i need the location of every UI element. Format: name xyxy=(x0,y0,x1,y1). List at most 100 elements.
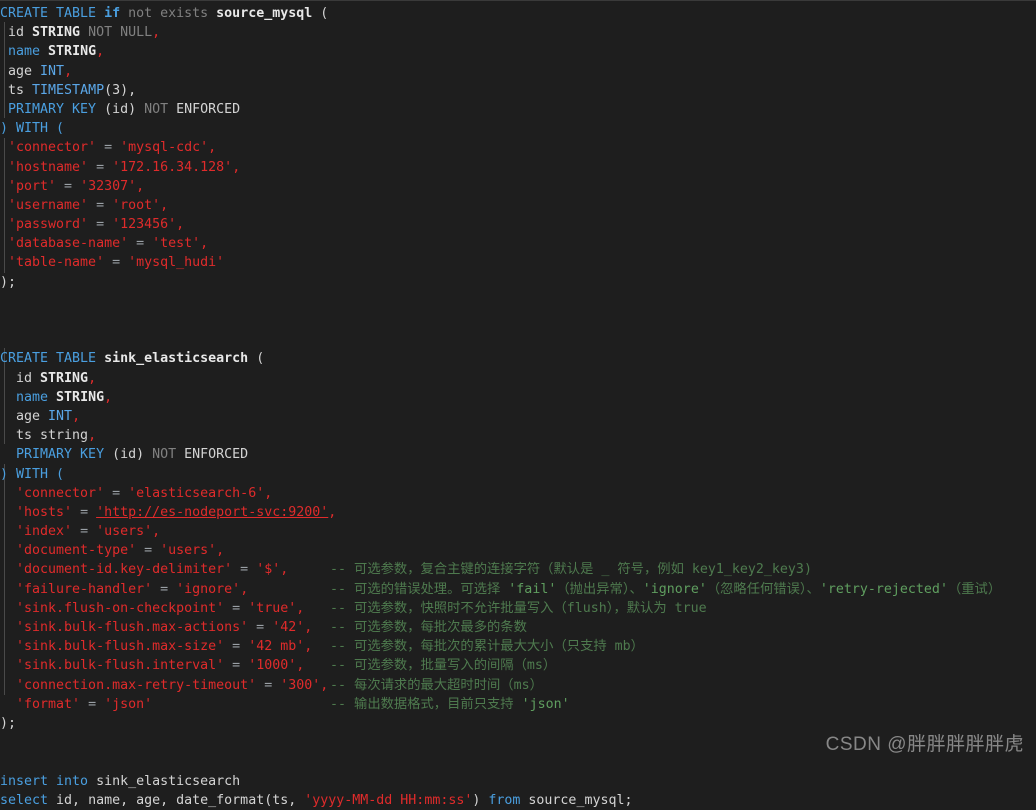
kw-create-table: CREATE TABLE xyxy=(0,6,105,21)
source-properties-list: 'connector' = 'mysql-cdc', 'hostname' = … xyxy=(0,138,1036,272)
comment-text: （忽略任何错误）、 xyxy=(706,581,820,597)
code-line-property: 'hostname' = '172.16.34.128', xyxy=(0,158,1036,177)
code-line-property: 'password' = '123456', xyxy=(0,215,1036,234)
comma: , xyxy=(88,428,97,444)
property-value: 'ignore' xyxy=(176,581,241,597)
code-line-primary-key: PRIMARY KEY (id) NOT ENFORCED xyxy=(0,100,1036,119)
property-value: 'test' xyxy=(152,236,201,252)
kw-primary-key: PRIMARY KEY xyxy=(0,447,113,463)
property-key: 'format' xyxy=(0,696,81,712)
comma: , xyxy=(296,658,305,674)
kw-not: NOT xyxy=(144,447,185,463)
column-name: age xyxy=(0,408,49,424)
code-line-property: 'document-id.key-delimiter' = '$', -- 可选参… xyxy=(0,560,1036,579)
property-key: 'failure-handler' xyxy=(0,581,153,597)
property-value: 'mysql-cdc' xyxy=(120,140,209,156)
comment-text: （抛出异常）、 xyxy=(556,581,643,597)
comma: , xyxy=(240,581,249,597)
comment-text: -- 可选参数，每批次最多的条数 xyxy=(330,620,527,635)
property-value: 'root' xyxy=(112,197,161,213)
column-name: name xyxy=(0,44,49,60)
comment-text: （重试） xyxy=(947,581,1002,597)
assign-operator: = xyxy=(80,696,105,712)
comma: , xyxy=(152,524,161,540)
comment-text: 'ignore' xyxy=(642,581,707,597)
sink-properties-list: 'connector' = 'elasticsearch-6', 'hosts'… xyxy=(0,484,1036,714)
comma: , xyxy=(72,408,81,424)
kw-not-exists: not exists xyxy=(120,6,217,21)
property-value: 'mysql_hudi' xyxy=(128,255,225,271)
code-line-insert: insert into sink_elasticsearch xyxy=(0,772,1036,791)
property-key: 'sink.bulk-flush.max-size' xyxy=(0,639,225,655)
code-line-select: select id, name, age, date_format(ts, 'y… xyxy=(0,791,1036,810)
property-key: 'password' xyxy=(0,217,89,233)
select-columns: id, name, age, xyxy=(56,792,177,808)
assign-operator: = xyxy=(72,524,97,540)
comment-text: -- 输出数据格式，目前只支持 xyxy=(330,696,522,712)
comment-text: -- 每次请求的最大超时时间（ms） xyxy=(330,677,543,693)
property-value: '32307' xyxy=(80,178,137,194)
code-line-property: 'sink.bulk-flush.max-size' = '42 mb', -- … xyxy=(0,637,1036,656)
code-line-property: 'connection.max-retry-timeout' = '300', -… xyxy=(0,676,1036,695)
code-line-column: id STRING, xyxy=(0,369,1036,388)
sink-columns-list: id STRING, name STRING, age INT, ts stri… xyxy=(0,369,1036,446)
comma: , xyxy=(136,178,145,194)
assign-operator: = xyxy=(72,504,97,520)
column-type: STRING xyxy=(40,370,89,386)
code-line-property: 'sink.flush-on-checkpoint' = 'true', -- 可… xyxy=(0,599,1036,618)
code-line-sink-primary-key: PRIMARY KEY (id) NOT ENFORCED xyxy=(0,445,1036,464)
open-paren: ( xyxy=(248,351,265,367)
comment-text: -- 可选参数，批量写入的间隔（ms） xyxy=(330,658,557,674)
column-name: name xyxy=(0,389,57,405)
comment-text: -- 可选参数，快照时不允许批量写入（flush），默认为 true xyxy=(330,600,707,616)
comma: , xyxy=(208,140,217,156)
kw-if: if xyxy=(104,6,121,21)
type-int: INT xyxy=(40,63,65,79)
comma: , xyxy=(280,562,289,578)
property-key: 'database-name' xyxy=(0,236,129,252)
property-key: 'hostname' xyxy=(0,159,89,175)
table-name-sink: sink_elasticsearch xyxy=(104,351,249,367)
kw-enforced: ENFORCED xyxy=(176,101,241,117)
code-line-property: 'document-type' = 'users', xyxy=(0,541,1036,560)
assign-operator: = xyxy=(128,236,153,252)
code-editor[interactable]: CREATE TABLE if not exists source_mysql … xyxy=(0,0,1036,808)
property-value-link[interactable]: 'http://es-nodeport-svc:9200' xyxy=(96,505,328,520)
code-line-column: name STRING, xyxy=(0,388,1036,407)
type-string: STRING xyxy=(32,25,81,41)
comma: , xyxy=(216,543,225,559)
property-value: 'true' xyxy=(248,600,297,616)
inline-comment: -- 可选参数，复合主键的连接字符（默认是 _ 符号，例如 key1_key2_… xyxy=(330,560,812,579)
assign-operator: = xyxy=(224,658,249,674)
property-key: 'hosts' xyxy=(0,504,73,520)
inline-comment: -- 可选参数，每批次最多的条数 xyxy=(330,618,527,637)
comma: , xyxy=(232,159,241,175)
code-line-property: 'username' = 'root', xyxy=(0,196,1036,215)
property-key: 'connector' xyxy=(0,485,105,501)
assign-operator: = xyxy=(256,677,281,693)
kw-create-table: CREATE TABLE xyxy=(0,351,105,367)
column-type: STRING xyxy=(56,389,105,405)
comma: , xyxy=(264,485,273,501)
kw-insert-into: insert into xyxy=(0,773,97,789)
target-table: sink_elasticsearch xyxy=(96,773,241,789)
comment-text: 'retry-rejected' xyxy=(819,581,948,597)
assign-operator: = xyxy=(248,620,273,635)
code-line-property: 'failure-handler' = 'ignore', -- 可选的错误处理。… xyxy=(0,580,1036,599)
stmt-terminator: ); xyxy=(0,715,17,731)
source-table: source_mysql; xyxy=(528,792,633,808)
code-line-col-name: name STRING, xyxy=(0,42,1036,61)
kw-not-null: NOT NULL xyxy=(80,25,153,41)
type-args: (3), xyxy=(104,82,137,98)
comment-text: -- 可选参数，复合主键的连接字符（默认是 _ 符号，例如 key1_key2_… xyxy=(330,562,812,578)
inline-comment: -- 每次请求的最大超时时间（ms） xyxy=(330,676,543,695)
pk-columns: (id) xyxy=(112,447,145,463)
type-string: STRING xyxy=(48,44,97,60)
code-line-property: 'database-name' = 'test', xyxy=(0,234,1036,253)
kw-select: select xyxy=(0,792,57,808)
code-line-create-source: CREATE TABLE if not exists source_mysql … xyxy=(0,4,1036,23)
comma: , xyxy=(200,236,209,252)
assign-operator: = xyxy=(88,159,113,175)
inline-comment: -- 输出数据格式，目前只支持 'json' xyxy=(330,695,570,714)
